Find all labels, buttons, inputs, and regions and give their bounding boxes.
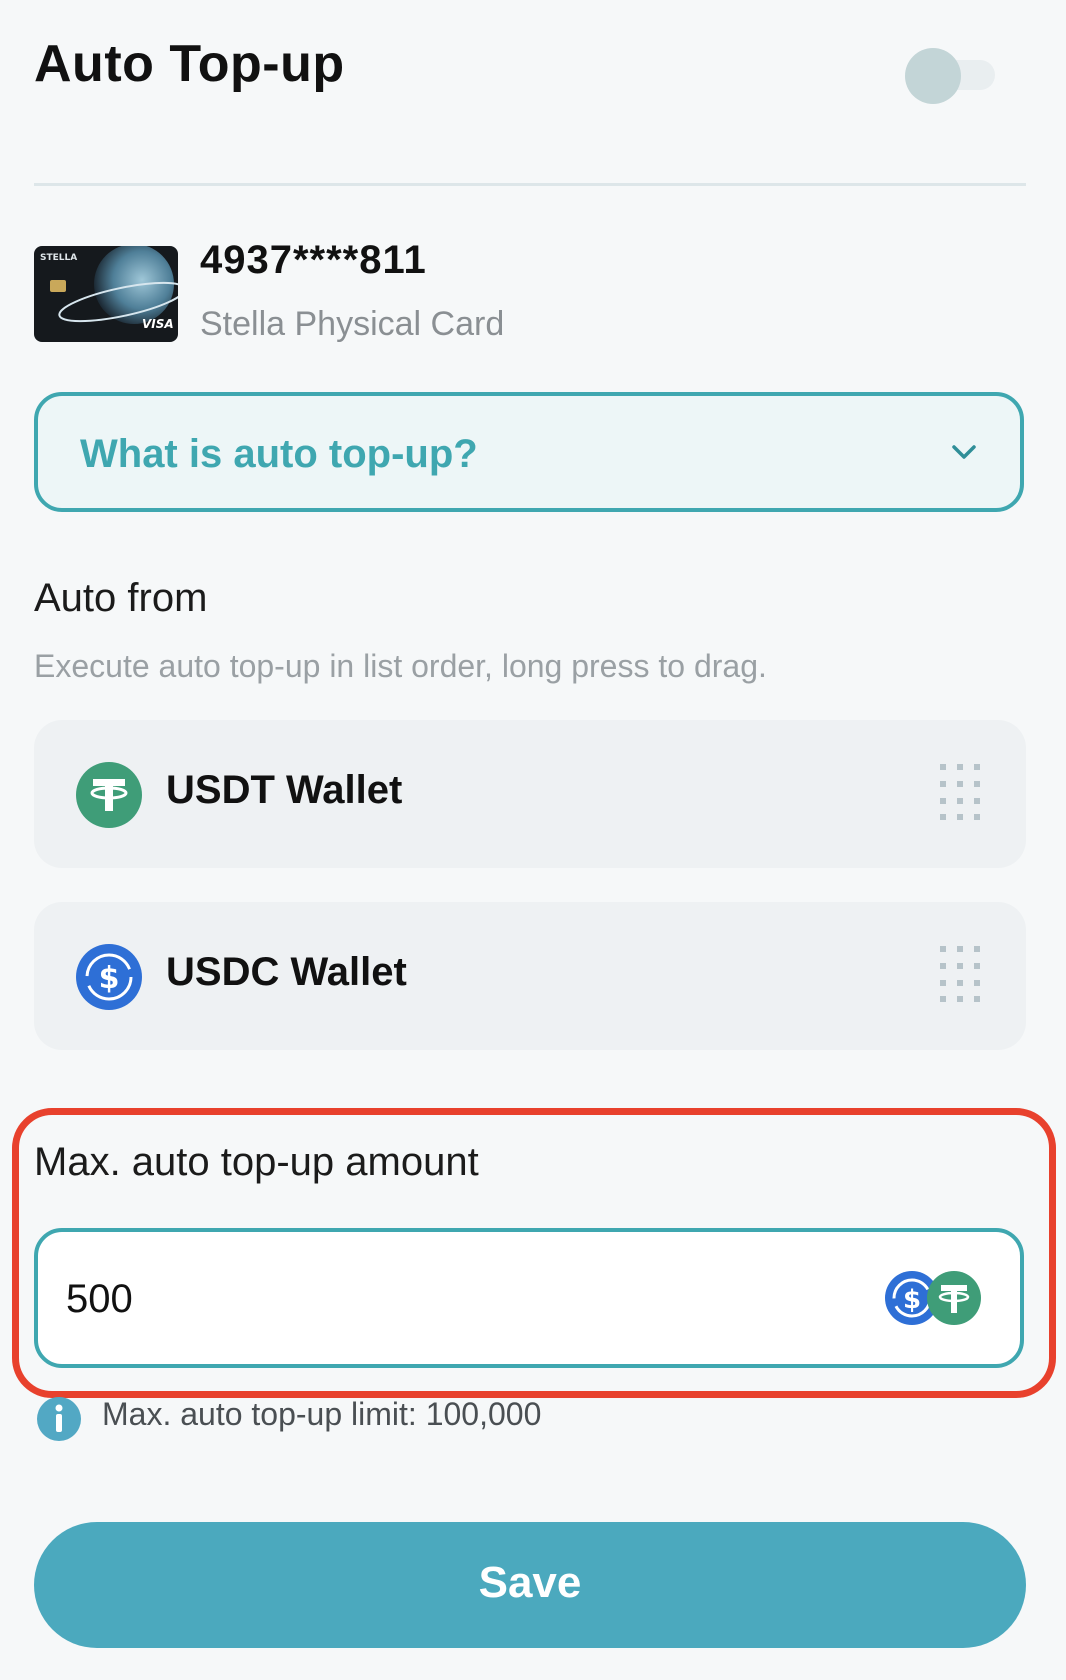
auto-from-title: Auto from: [34, 576, 208, 620]
page-title: Auto Top-up: [34, 35, 345, 93]
wallet-item-usdt[interactable]: USDT Wallet: [34, 720, 1026, 868]
card-image: STELLA VISA: [34, 246, 178, 342]
wallet-name: USDC Wallet: [166, 950, 407, 994]
card-number: 4937****811: [200, 238, 427, 282]
max-amount-input[interactable]: [64, 1268, 828, 1330]
svg-text:$: $: [903, 1285, 921, 1315]
auto-from-subtitle: Execute auto top-up in list order, long …: [34, 648, 767, 684]
usdt-icon: [927, 1271, 981, 1325]
svg-text:$: $: [99, 961, 120, 996]
card-name: Stella Physical Card: [200, 305, 505, 343]
faq-label: What is auto top-up?: [80, 432, 478, 476]
what-is-auto-topup-dropdown[interactable]: What is auto top-up?: [34, 392, 1024, 512]
wallet-item-usdc[interactable]: $ USDC Wallet: [34, 902, 1026, 1050]
card-thumb-brand: STELLA: [40, 253, 77, 263]
save-button[interactable]: Save: [34, 1522, 1026, 1648]
chevron-down-icon: [952, 445, 976, 459]
usdt-icon: [76, 762, 142, 828]
save-button-label: Save: [478, 1558, 582, 1607]
max-amount-title: Max. auto top-up amount: [34, 1140, 479, 1184]
divider: [34, 183, 1026, 186]
card-thumb-network: VISA: [142, 317, 174, 331]
auto-topup-toggle[interactable]: [905, 48, 995, 104]
max-limit-text: Max. auto top-up limit: 100,000: [102, 1396, 542, 1432]
drag-handle-icon[interactable]: [938, 944, 982, 1004]
drag-handle-icon[interactable]: [938, 762, 982, 822]
info-icon: [37, 1397, 81, 1441]
currency-icons: $: [885, 1271, 981, 1325]
toggle-thumb: [905, 48, 961, 104]
max-amount-field[interactable]: $: [34, 1228, 1024, 1368]
usdc-icon: $: [76, 944, 142, 1010]
wallet-name: USDT Wallet: [166, 768, 403, 812]
